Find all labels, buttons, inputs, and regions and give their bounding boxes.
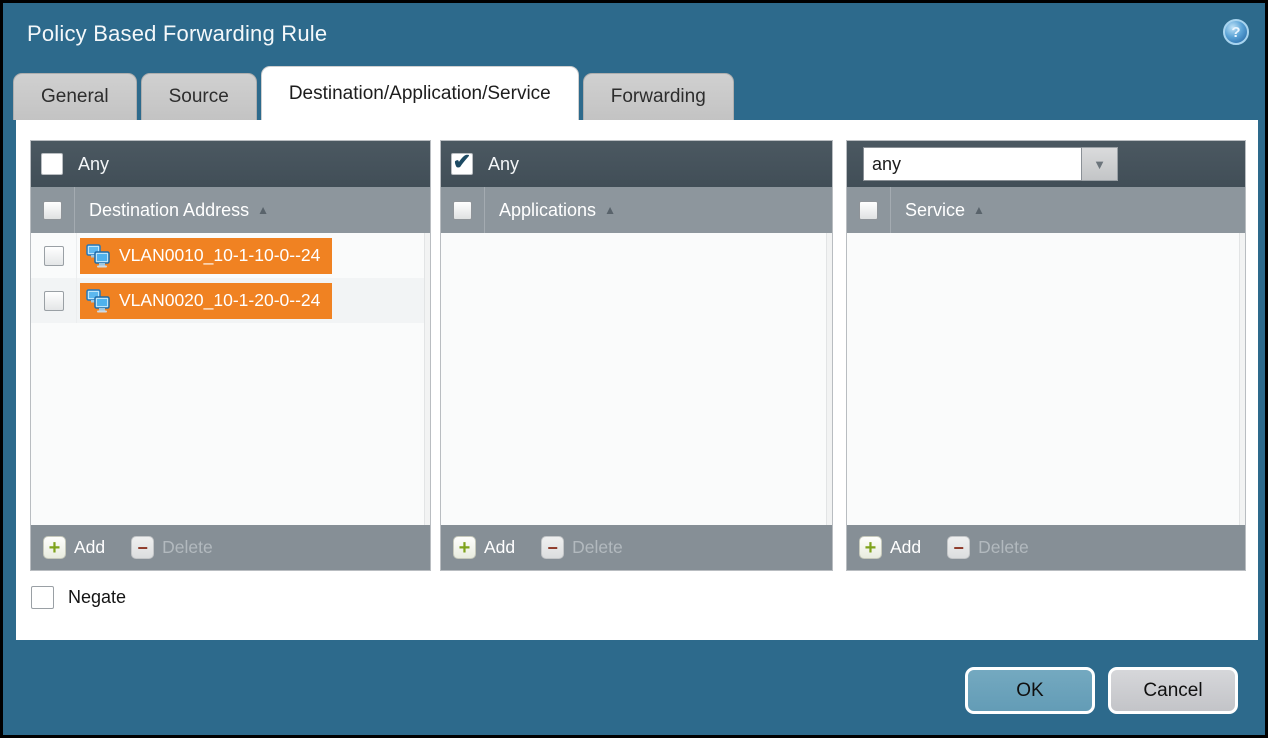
add-button[interactable]: + Add: [43, 536, 105, 559]
question-mark-glyph: ?: [1231, 24, 1240, 41]
add-button[interactable]: + Add: [859, 536, 921, 559]
address-object-label: VLAN0020_10-1-20-0--24: [119, 290, 320, 311]
applications-any-bar: ✔ Any: [441, 141, 832, 187]
applications-any-checkbox[interactable]: ✔: [451, 153, 473, 175]
tab-bar: General Source Destination/Application/S…: [13, 66, 734, 120]
destination-address-column-header: Destination Address ▲: [31, 187, 430, 233]
address-object-vlan0020[interactable]: VLAN0020_10-1-20-0--24: [80, 283, 332, 319]
table-row[interactable]: VLAN0020_10-1-20-0--24: [31, 278, 430, 323]
destination-address-panel: ✔ Any Destination Address ▲: [30, 140, 431, 571]
destination-address-column-title[interactable]: Destination Address ▲: [89, 200, 269, 221]
service-panel-footer: + Add − Delete: [847, 525, 1245, 570]
service-column-title[interactable]: Service ▲: [905, 200, 985, 221]
panels-container: ✔ Any Destination Address ▲: [30, 140, 1246, 571]
policy-based-forwarding-dialog: Policy Based Forwarding Rule ? General S…: [0, 0, 1268, 738]
minus-icon: −: [947, 536, 970, 559]
negate-checkbox[interactable]: [31, 586, 54, 609]
table-row[interactable]: VLAN0010_10-1-10-0--24: [31, 233, 430, 278]
destination-select-all-checkbox[interactable]: [43, 201, 62, 220]
tab-general[interactable]: General: [13, 73, 137, 120]
tab-content: ✔ Any Destination Address ▲: [16, 120, 1258, 640]
minus-icon: −: [541, 536, 564, 559]
dialog-buttons: OK Cancel: [965, 667, 1238, 714]
plus-icon: +: [859, 536, 882, 559]
service-list: [847, 233, 1245, 525]
tab-forwarding[interactable]: Forwarding: [583, 73, 734, 120]
tab-source[interactable]: Source: [141, 73, 257, 120]
delete-button[interactable]: − Delete: [131, 536, 213, 559]
cancel-button[interactable]: Cancel: [1108, 667, 1238, 714]
checkmark-icon: ✔: [453, 151, 471, 173]
applications-column-header: Applications ▲: [441, 187, 832, 233]
negate-label: Negate: [68, 587, 126, 608]
chevron-down-icon: ▼: [1093, 157, 1106, 172]
row-checkbox[interactable]: [44, 291, 64, 311]
applications-list: [441, 233, 832, 525]
service-dropdown-button[interactable]: ▼: [1082, 147, 1118, 181]
sort-ascending-icon: ▲: [604, 203, 616, 217]
help-icon[interactable]: ?: [1223, 19, 1249, 45]
dialog-title: Policy Based Forwarding Rule: [27, 21, 327, 47]
applications-any-label: Any: [488, 154, 519, 175]
network-address-icon: [86, 244, 112, 268]
dialog-title-bar: Policy Based Forwarding Rule ?: [3, 3, 1265, 66]
applications-panel-footer: + Add − Delete: [441, 525, 832, 570]
negate-row: Negate: [31, 586, 126, 609]
destination-panel-footer: + Add − Delete: [31, 525, 430, 570]
destination-any-label: Any: [78, 154, 109, 175]
destination-any-bar: ✔ Any: [31, 141, 430, 187]
applications-column-title[interactable]: Applications ▲: [499, 200, 616, 221]
plus-icon: +: [43, 536, 66, 559]
applications-panel: ✔ Any Applications ▲ +: [440, 140, 833, 571]
add-button[interactable]: + Add: [453, 536, 515, 559]
ok-button[interactable]: OK: [965, 667, 1095, 714]
minus-icon: −: [131, 536, 154, 559]
address-object-label: VLAN0010_10-1-10-0--24: [119, 245, 320, 266]
select-all-cell: [31, 187, 75, 233]
delete-button[interactable]: − Delete: [947, 536, 1029, 559]
address-object-vlan0010[interactable]: VLAN0010_10-1-10-0--24: [80, 238, 332, 274]
row-checkbox[interactable]: [44, 246, 64, 266]
service-panel: ▼ Service ▲ + A: [846, 140, 1246, 571]
destination-address-list: VLAN0010_10-1-10-0--24: [31, 233, 430, 525]
select-all-cell: [441, 187, 485, 233]
plus-icon: +: [453, 536, 476, 559]
tab-destination-application-service[interactable]: Destination/Application/Service: [261, 66, 579, 120]
service-any-bar: ▼: [847, 141, 1245, 187]
service-select-all-checkbox[interactable]: [859, 201, 878, 220]
sort-ascending-icon: ▲: [257, 203, 269, 217]
service-column-header: Service ▲: [847, 187, 1245, 233]
service-dropdown: ▼: [863, 147, 1118, 181]
service-dropdown-input[interactable]: [863, 147, 1082, 181]
applications-select-all-checkbox[interactable]: [453, 201, 472, 220]
select-all-cell: [847, 187, 891, 233]
sort-ascending-icon: ▲: [973, 203, 985, 217]
network-address-icon: [86, 289, 112, 313]
delete-button[interactable]: − Delete: [541, 536, 623, 559]
destination-any-checkbox[interactable]: ✔: [41, 153, 63, 175]
